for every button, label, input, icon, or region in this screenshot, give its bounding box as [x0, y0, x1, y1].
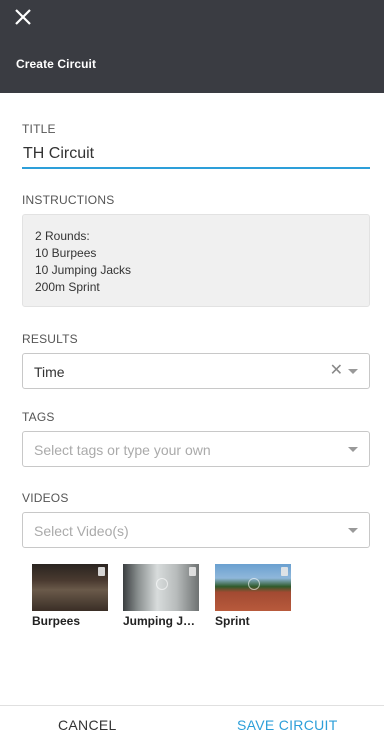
- play-icon: [248, 578, 260, 590]
- video-label: Burpees: [32, 614, 81, 628]
- instructions-line: 2 Rounds:: [35, 229, 90, 243]
- chevron-down-icon[interactable]: [348, 447, 358, 452]
- trash-icon[interactable]: [189, 567, 196, 576]
- instructions-textarea[interactable]: 2 Rounds: 10 Burpees 10 Jumping Jacks 20…: [22, 214, 370, 307]
- title-label: TITLE: [22, 122, 56, 136]
- instructions-line: 200m Sprint: [35, 280, 100, 294]
- trash-icon[interactable]: [281, 567, 288, 576]
- chevron-down-icon[interactable]: [348, 369, 358, 374]
- videos-select[interactable]: Select Video(s): [22, 512, 370, 548]
- play-icon: [156, 578, 168, 590]
- close-icon: [15, 9, 31, 25]
- tags-label: TAGS: [22, 410, 55, 424]
- footer-divider: [0, 705, 384, 706]
- tags-placeholder: Select tags or type your own: [34, 442, 211, 458]
- results-value: Time: [34, 364, 65, 380]
- page-title: Create Circuit: [16, 57, 97, 71]
- title-input[interactable]: [22, 143, 370, 169]
- instructions-line: 10 Jumping Jacks: [35, 263, 132, 277]
- instructions-line: 10 Burpees: [35, 246, 97, 260]
- trash-icon[interactable]: [98, 567, 105, 576]
- video-label: Sprint: [215, 614, 250, 628]
- save-circuit-button[interactable]: SAVE CIRCUIT: [237, 717, 338, 733]
- results-label: RESULTS: [22, 332, 78, 346]
- instructions-label: INSTRUCTIONS: [22, 193, 115, 207]
- clear-icon[interactable]: ✕: [330, 362, 343, 380]
- video-thumbnail-sprint[interactable]: [215, 564, 291, 611]
- cancel-button[interactable]: CANCEL: [58, 717, 117, 733]
- video-thumbnail-jumping-jacks[interactable]: [123, 564, 199, 611]
- video-thumbnail-burpees[interactable]: [32, 564, 108, 611]
- chevron-down-icon[interactable]: [348, 528, 358, 533]
- videos-placeholder: Select Video(s): [34, 523, 129, 539]
- results-select[interactable]: Time ✕: [22, 353, 370, 389]
- header-bar: Create Circuit: [0, 0, 384, 93]
- close-button[interactable]: [12, 6, 34, 28]
- video-label: Jumping Jacks: [123, 614, 199, 628]
- videos-label: VIDEOS: [22, 491, 69, 505]
- tags-select[interactable]: Select tags or type your own: [22, 431, 370, 467]
